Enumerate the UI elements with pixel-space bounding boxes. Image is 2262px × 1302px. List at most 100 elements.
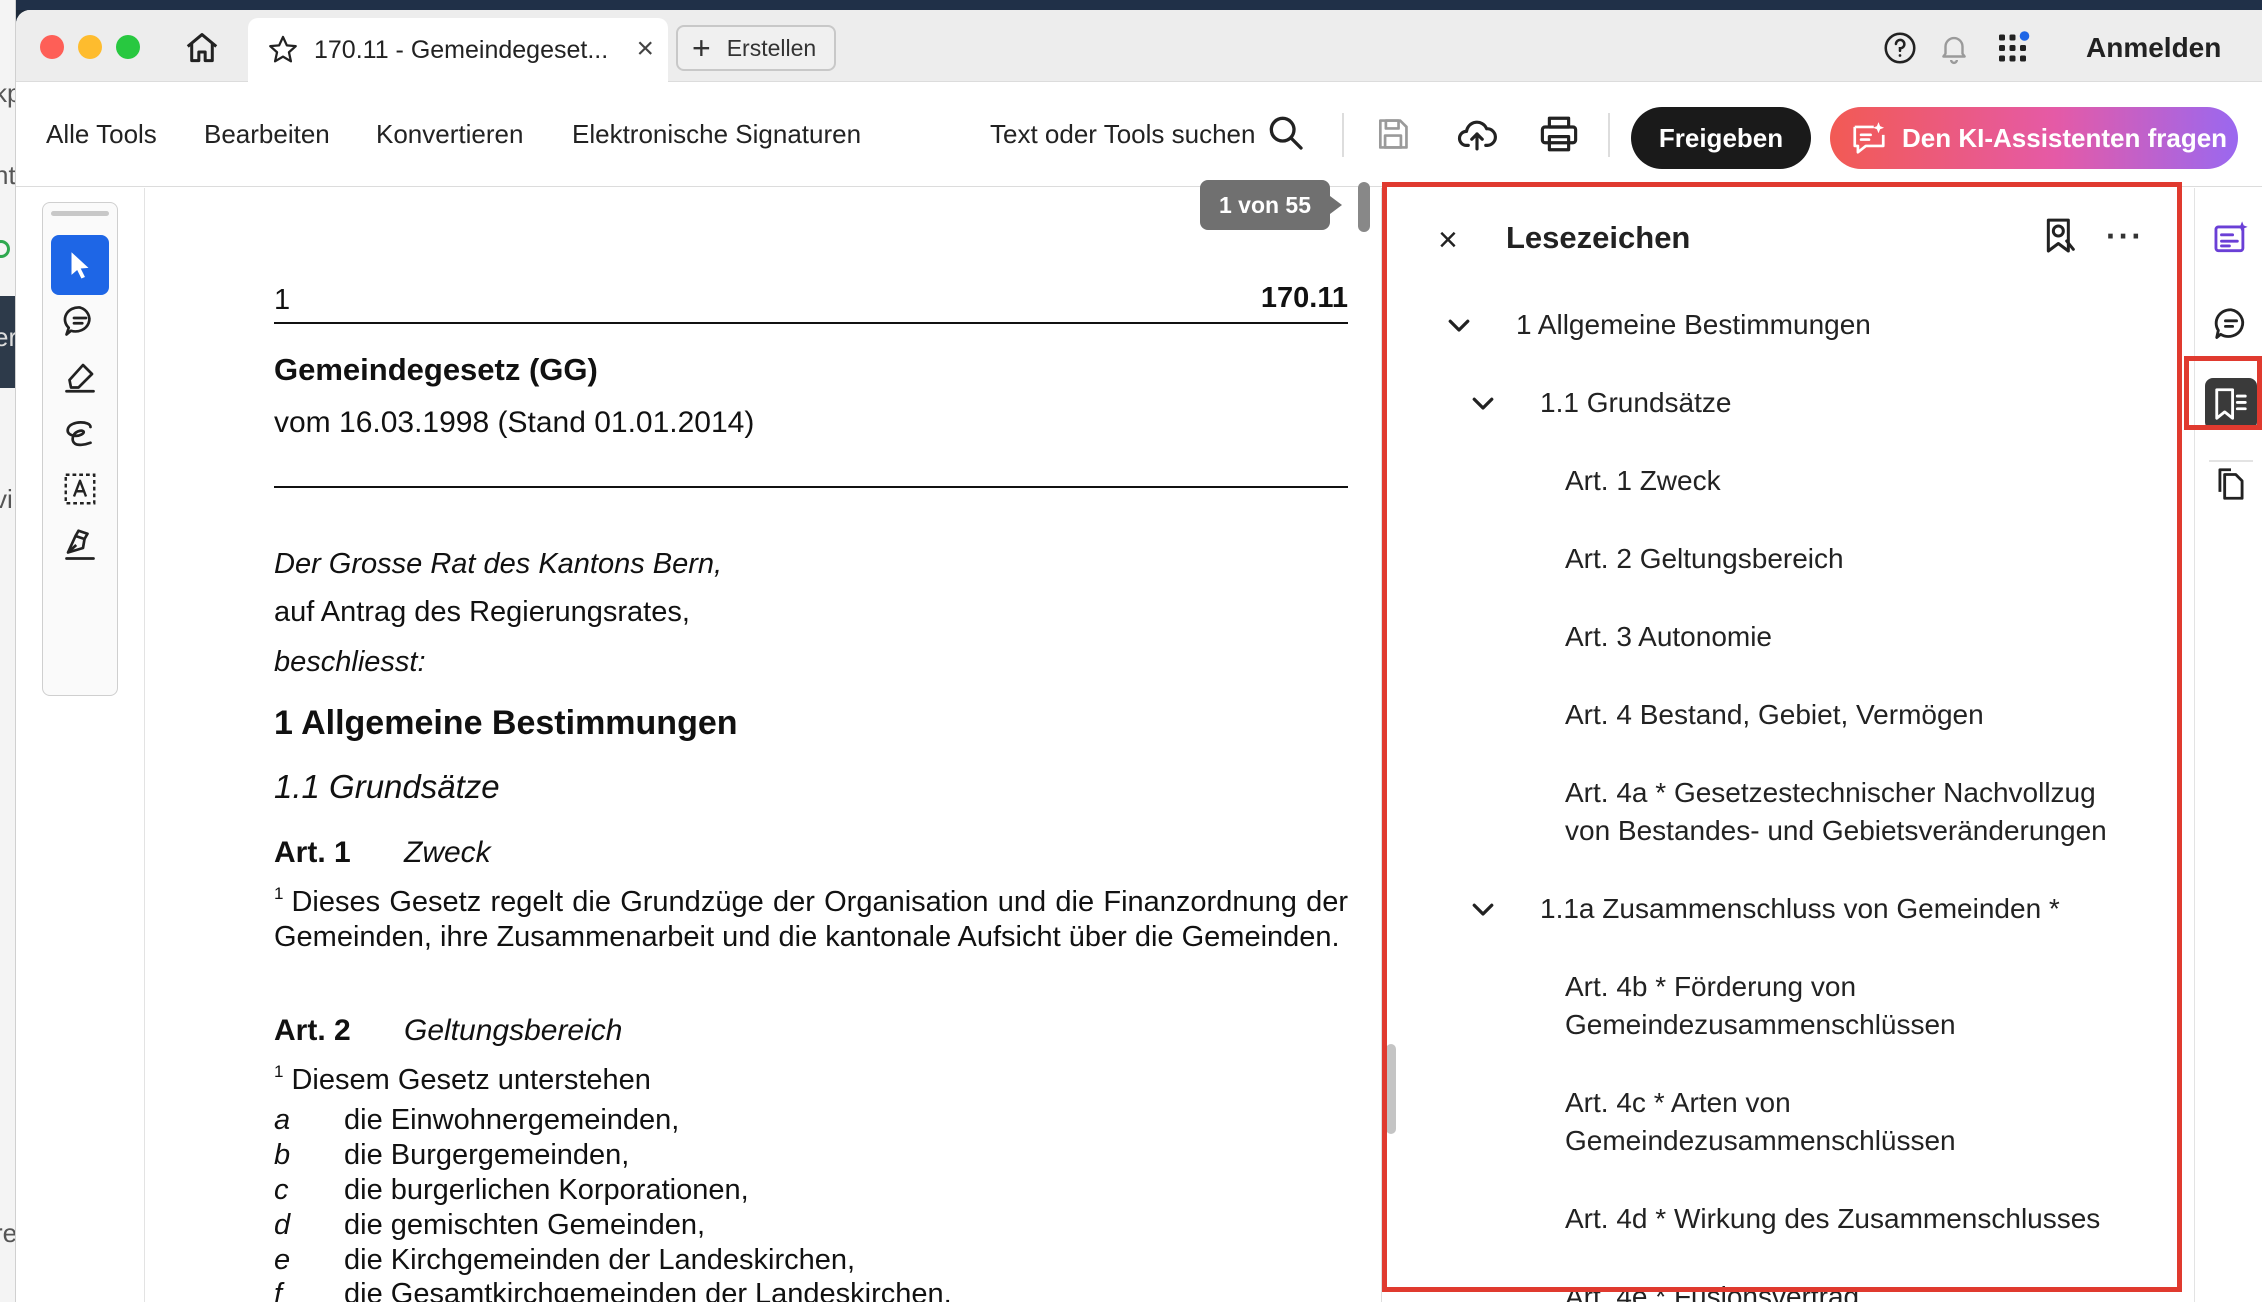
bookmarks-button-highlight-frame [2184,356,2262,430]
zoom-window-button[interactable] [116,35,140,59]
bookmark-item[interactable]: 1 Allgemeine Bestimmungen [1516,306,1871,344]
divider-line [274,486,1348,488]
preamble-line: Der Grosse Rat des Kantons Bern, [274,548,723,580]
comment-icon [2214,308,2245,339]
notifications-button[interactable] [1934,28,1974,68]
help-icon [1884,32,1916,64]
minimize-window-button[interactable] [78,35,102,59]
draw-tool-button[interactable] [51,403,109,463]
search-tools-label[interactable]: Text oder Tools suchen [990,119,1255,150]
bookmark-item[interactable]: 1.1 Grundsätze [1540,384,1731,422]
print-button[interactable] [1534,109,1584,159]
tab-close-button[interactable]: × [636,32,654,66]
desktop-top-strip [0,0,2262,10]
bookmark-item[interactable]: Art. 4e * Fusionsvertrag [1565,1278,1859,1302]
bookmark-item[interactable]: Art. 4d * Wirkung des Zusammenschlusses [1565,1200,2100,1238]
bookmark-item[interactable]: Art. 4c * Arten von [1565,1084,1791,1122]
add-bookmark-icon[interactable] [2040,216,2080,256]
toolbar-divider [1608,113,1610,157]
create-button[interactable]: + Erstellen [676,25,836,71]
paragraph-text: Dieses Gesetz regelt die Grundzüge der O… [274,886,1348,953]
menu-edit[interactable]: Bearbeiten [204,119,330,150]
law-title: Gemeindegesetz (GG) [274,352,598,387]
document-scrollbar[interactable] [1358,182,1370,232]
bookmark-item[interactable]: Art. 1 Zweck [1565,462,1721,500]
select-tool-button[interactable] [51,235,109,295]
title-bar: 170.11 - Gemeindegeset... × + Erstellen … [16,10,2262,82]
pen-sign-icon [65,529,95,560]
save-button[interactable] [1368,109,1418,159]
paragraph-number: 1 [274,884,284,903]
share-button[interactable]: Freigeben [1631,107,1811,169]
background-window-edge: kp nt er vi re [0,0,16,1302]
list-text: die Gesamtkirchgemeinden der Landeskirch… [344,1278,952,1302]
close-window-button[interactable] [40,35,64,59]
acrobat-window: 170.11 - Gemeindegeset... × + Erstellen … [16,10,2262,1302]
bookmark-item-continued[interactable]: Gemeindezusammenschlüssen [1565,1122,1956,1160]
background-text: vi [0,484,13,514]
bookmark-item[interactable]: Art. 3 Autonomie [1565,618,1772,656]
comment-tool-button[interactable] [51,291,109,351]
list-letter: c [274,1174,289,1206]
bookmark-item[interactable]: 1.1a Zusammenschluss von Gemeinden * [1540,890,2060,928]
close-bookmarks-button[interactable]: × [1438,220,1458,260]
help-button[interactable] [1880,28,1920,68]
highlighter-icon [65,363,95,393]
ai-assistant-icon [1853,122,1885,154]
star-icon[interactable] [266,33,300,67]
home-button[interactable] [180,26,224,70]
save-icon [1378,119,1408,149]
article-number: Art. 1 [274,836,351,869]
menu-all-tools[interactable]: Alle Tools [46,119,157,150]
plus-icon: + [692,30,711,66]
bookmark-item[interactable]: Art. 2 Geltungsbereich [1565,540,1844,578]
preamble-line: beschliesst: [274,646,426,678]
chevron-down-icon[interactable] [1468,388,1498,418]
chevron-down-icon[interactable] [1468,894,1498,924]
comments-panel-button[interactable] [2205,298,2257,350]
main-toolbar: Alle Tools Bearbeiten Konvertieren Elekt… [16,83,2262,187]
bookmark-item[interactable]: Art. 4a * Gesetzestechnischer Nachvollzu… [1565,774,2096,812]
bookmark-item-continued[interactable]: Gemeindezusammenschlüssen [1565,1006,1956,1044]
background-text: kp [0,78,15,109]
comment-icon [63,306,91,336]
bookmarks-title: Lesezeichen [1506,220,1691,255]
section-heading: 1 Allgemeine Bestimmungen [274,704,738,742]
bookmarks-scrollbar[interactable] [1386,1044,1396,1134]
pages-panel-button[interactable] [2205,458,2257,510]
apps-button[interactable] [1994,28,2034,68]
upload-button[interactable] [1452,109,1502,159]
search-icon[interactable] [1266,113,1306,153]
text-box-tool-button[interactable] [51,459,109,519]
ai-assistant-label: Den KI-Assistenten fragen [1902,122,2228,153]
article-title: Zweck [404,836,491,869]
bookmark-item-continued[interactable]: von Bestandes- und Gebietsveränderungen [1565,812,2107,850]
ai-generative-summary-button[interactable] [2205,212,2257,264]
article-paragraph: 1 Diesem Gesetz unterstehen [274,1054,1348,1098]
article-heading: Art. 2 Geltungsbereich [274,1014,622,1048]
chevron-down-icon[interactable] [1444,310,1474,340]
rail-drag-handle[interactable] [51,211,109,216]
bookmarks-more-button[interactable]: ··· [2106,218,2144,255]
highlight-tool-button[interactable] [51,347,109,407]
tab-title: 170.11 - Gemeindegeset... [314,35,609,64]
list-item: f die Gesamtkirchgemeinden der Landeskirc… [274,1278,952,1302]
pages-copy-icon [2218,468,2244,500]
paragraph-number: 1 [274,1062,284,1081]
menu-e-signatures[interactable]: Elektronische Signaturen [572,119,861,150]
menu-convert[interactable]: Konvertieren [376,119,523,150]
quick-tools-rail [42,202,118,696]
create-label: Erstellen [726,34,817,61]
ai-assistant-button[interactable]: Den KI-Assistenten fragen [1830,107,2238,169]
bookmark-item[interactable]: Art. 4b * Förderung von [1565,968,1856,1006]
document-tab[interactable]: 170.11 - Gemeindegeset... × [248,18,668,82]
list-item: a die Einwohnergemeinden, [274,1104,679,1137]
list-letter: b [274,1139,291,1171]
printer-icon [1540,116,1578,152]
law-number: 170.11 [1260,282,1348,314]
bookmark-item[interactable]: Art. 4 Bestand, Gebiet, Vermögen [1565,696,1984,734]
sign-in-button[interactable]: Anmelden [2086,28,2221,68]
list-item: d die gemischten Gemeinden, [274,1209,705,1242]
freehand-loop-icon [66,421,92,447]
sign-tool-button[interactable] [51,515,109,575]
